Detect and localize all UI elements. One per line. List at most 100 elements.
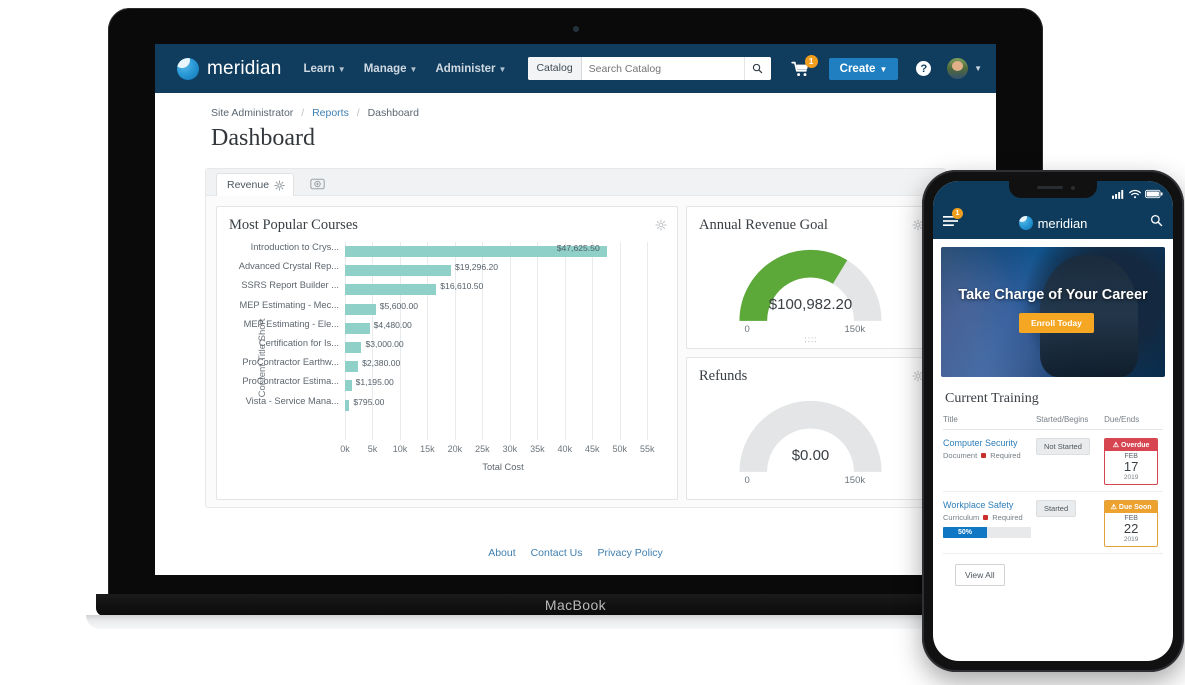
- phone-camera-icon: [1071, 186, 1075, 190]
- view-all-button[interactable]: View All: [955, 564, 1005, 586]
- dashboard-panel: Revenue Most Popular Courses Content Tit…: [205, 168, 946, 508]
- gauge-max-label: 150k: [844, 324, 866, 335]
- chart-bar[interactable]: [345, 380, 352, 392]
- chart-data-label: $16,610.50: [440, 281, 484, 292]
- tab-revenue-label: Revenue: [227, 179, 270, 191]
- progress-bar-fill: 50%: [943, 527, 987, 538]
- gear-icon[interactable]: [274, 179, 285, 191]
- chart-category-label: Certification for Is...: [258, 337, 339, 348]
- avatar-chevron-down-icon[interactable]: ▼: [974, 64, 982, 73]
- chart-bar-row[interactable]: MEP Estimating - Mec... $5,600.00: [239, 300, 661, 319]
- chart-bar-row[interactable]: MEP Estimating - Ele... $4,480.00: [244, 319, 661, 338]
- search-input[interactable]: [581, 57, 744, 80]
- chart-bar-row[interactable]: ProContractor Estima... $1,195.00: [242, 376, 661, 395]
- chart-bar[interactable]: [345, 399, 350, 411]
- course-link[interactable]: Workplace Safety: [943, 500, 1036, 510]
- nav-item-manage[interactable]: Manage ▼: [364, 63, 418, 75]
- due-year: 2019: [1123, 536, 1139, 543]
- cart-button[interactable]: 1: [791, 54, 818, 77]
- gauge-drag-handle[interactable]: ::::: [805, 335, 818, 344]
- gauge-refunds: $0.00 0 150k: [687, 387, 934, 495]
- chart-bar-row[interactable]: SSRS Report Builder ... $16,610.50: [241, 280, 661, 299]
- chart-bar-row[interactable]: ProContractor Earthw... $2,380.00: [242, 357, 661, 376]
- course-type: Document: [943, 451, 978, 460]
- gauge-max-label: 150k: [844, 475, 866, 486]
- create-button[interactable]: Create ▼: [828, 57, 899, 80]
- phone-notch: [1009, 181, 1097, 198]
- tab-revenue[interactable]: Revenue: [216, 173, 295, 196]
- course-link[interactable]: Computer Security: [943, 438, 1036, 448]
- chevron-down-icon: ▼: [498, 64, 507, 74]
- chart-data-label: $19,296.20: [455, 262, 499, 273]
- add-widget-button[interactable]: [302, 173, 333, 195]
- due-status-badge: ⚠ Overdue: [1105, 439, 1158, 451]
- chart-bar[interactable]: [345, 265, 452, 277]
- chart-bar[interactable]: [345, 303, 376, 315]
- breadcrumb-current: Dashboard: [367, 107, 419, 119]
- chart-bar-row[interactable]: Advanced Crystal Rep... $19,296.20: [239, 261, 661, 280]
- row-meta: Curriculum Required: [943, 513, 1036, 522]
- panel-tabs: Revenue: [206, 169, 945, 196]
- chart-data-label: $3,000.00: [365, 338, 404, 349]
- breadcrumb-separator: /: [301, 107, 305, 119]
- due-status-badge: ⚠ Due Soon: [1105, 501, 1158, 513]
- avatar[interactable]: [947, 58, 969, 79]
- help-button[interactable]: ?: [916, 61, 932, 76]
- chevron-down-icon: ▼: [409, 64, 418, 74]
- table-row[interactable]: Workplace Safety Curriculum Required 50%…: [943, 492, 1163, 554]
- card-settings-gear-icon[interactable]: [655, 218, 667, 236]
- chart-bar-row[interactable]: Introduction to Crys... $47,625.50: [251, 242, 661, 261]
- phone-search-button[interactable]: [1150, 214, 1163, 232]
- table-row[interactable]: Computer Security Document Required Not …: [943, 430, 1163, 492]
- footer-link-about[interactable]: About: [488, 547, 515, 559]
- meridian-logo-icon: [1018, 216, 1033, 230]
- row-status-cell: Not Started: [1035, 438, 1104, 485]
- hero-enroll-button[interactable]: Enroll Today: [1019, 313, 1094, 333]
- card-title: Annual Revenue Goal: [699, 217, 828, 233]
- chart-category-label: Advanced Crystal Rep...: [238, 261, 339, 272]
- laptop-brand-label: MacBook: [544, 597, 607, 613]
- chart-bar-row[interactable]: Vista - Service Mana... $795.00: [246, 396, 661, 415]
- wifi-icon: [1129, 189, 1141, 199]
- table-header-row: Title Started/Begins Due/Ends: [943, 415, 1163, 430]
- footer-link-contact[interactable]: Contact Us: [531, 547, 583, 559]
- course-type: Curriculum: [943, 513, 980, 522]
- brand-logo[interactable]: meridian: [177, 57, 281, 80]
- column-header-title: Title: [943, 415, 958, 424]
- phone-hero-banner[interactable]: Take Charge of Your Career Enroll Today: [941, 247, 1165, 377]
- search-button[interactable]: [743, 57, 771, 80]
- create-button-label: Create: [839, 62, 876, 75]
- laptop-foot: [86, 615, 1065, 629]
- nav-item-administer[interactable]: Administer ▼: [435, 63, 506, 75]
- phone-menu-button[interactable]: 1: [943, 208, 963, 232]
- chart-x-tick: 20k: [447, 444, 463, 454]
- alert-icon: ⚠: [1110, 504, 1117, 511]
- chart-x-tick: 40k: [557, 444, 573, 454]
- laptop-lid: meridian Learn ▼ Manage ▼ Administer ▼ Cata…: [108, 8, 1043, 600]
- search-category-selector[interactable]: Catalog: [528, 57, 582, 80]
- chart-x-axis-ticks: 0k 5k 10k 15k 20k 25k 30k 35k 40k 45k 50k 55k: [340, 444, 661, 456]
- breadcrumb-reports[interactable]: Reports: [312, 107, 349, 119]
- breadcrumb-separator: /: [356, 107, 360, 119]
- due-date-box: ⚠ Due Soon FEB 22 2019: [1104, 500, 1159, 547]
- meridian-logo-icon: [177, 57, 199, 80]
- chevron-down-icon: ▼: [337, 64, 346, 74]
- phone-section-title: Current Training: [945, 391, 1039, 406]
- nav-item-learn[interactable]: Learn ▼: [303, 63, 345, 75]
- footer-link-privacy[interactable]: Privacy Policy: [597, 547, 662, 559]
- gauge-arc: [739, 400, 882, 473]
- card-annual-revenue-goal: Annual Revenue Goal $100,982.20 0 150k:…: [686, 206, 935, 349]
- laptop-camera-icon: [572, 26, 579, 32]
- chart-bar-row[interactable]: Certification for Is... $3,000.00: [259, 338, 661, 357]
- cellular-signal-icon: [1112, 189, 1124, 199]
- card-most-popular-courses: Most Popular Courses Content Title Short…: [216, 206, 678, 500]
- required-label: Required: [992, 513, 1023, 522]
- chart-bar[interactable]: [345, 284, 437, 296]
- chart-bar[interactable]: [345, 341, 362, 353]
- chart-bar[interactable]: [345, 322, 370, 334]
- page-title: Dashboard: [211, 125, 315, 151]
- chart-data-label: $1,195.00: [355, 377, 394, 388]
- app-navbar: meridian Learn ▼ Manage ▼ Administer ▼ Cata…: [155, 44, 996, 93]
- bar-chart: Content Title Short Introduction to Crys…: [217, 236, 677, 480]
- chart-bar[interactable]: [345, 361, 359, 373]
